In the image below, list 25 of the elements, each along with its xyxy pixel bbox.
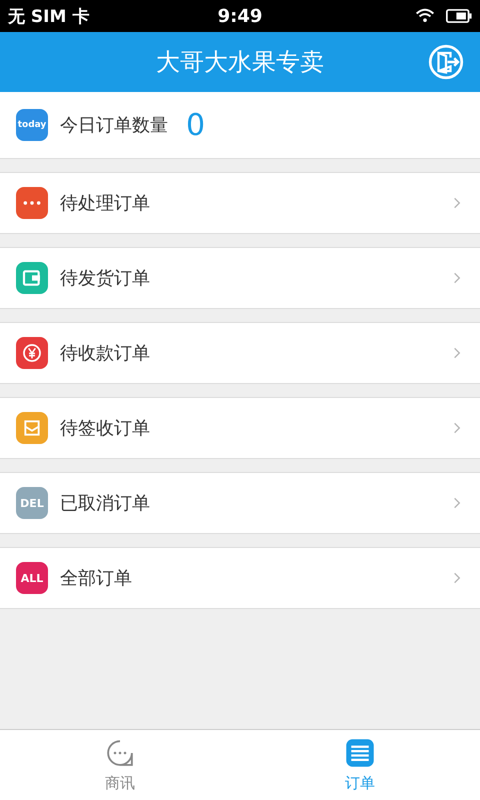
badge-icon: ALL (16, 562, 48, 594)
today-badge-icon: today (16, 109, 48, 141)
list-icon (345, 738, 375, 768)
badge-icon: DEL (16, 487, 48, 519)
order-label: 待处理订单 (60, 192, 150, 215)
today-order-count: 0 (186, 108, 206, 142)
battery-icon (446, 7, 472, 25)
order-label: 待收款订单 (60, 342, 150, 365)
header-title: 大哥大水果专卖 (156, 47, 324, 78)
order-row[interactable]: 待收款订单 (0, 322, 480, 384)
order-row[interactable]: 待发货订单 (0, 247, 480, 309)
order-label: 待签收订单 (60, 417, 150, 440)
order-label: 已取消订单 (60, 492, 150, 515)
tab-button[interactable]: 商讯 (0, 730, 240, 800)
order-label: 待发货订单 (60, 267, 150, 290)
order-row[interactable]: 待处理订单 (0, 172, 480, 234)
order-label: 全部订单 (60, 567, 132, 590)
chat-bubble-icon (105, 738, 135, 768)
status-time: 9:49 (218, 6, 262, 26)
order-row[interactable]: ALL 全部订单 (0, 547, 480, 609)
exit-door-icon[interactable] (428, 44, 464, 80)
carrier-label: 无 SIM 卡 (8, 6, 90, 28)
order-row[interactable]: DEL 已取消订单 (0, 472, 480, 534)
order-row[interactable]: 待签收订单 (0, 397, 480, 459)
today-orders-label: 今日订单数量 (60, 114, 168, 137)
